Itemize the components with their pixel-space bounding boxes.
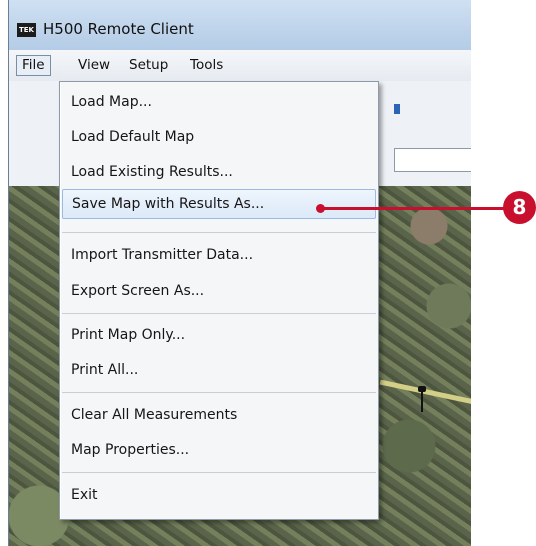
menu-item-exit[interactable]: Exit <box>62 480 376 510</box>
title-bar[interactable]: TEK H500 Remote Client <box>9 0 471 50</box>
menu-item-load-map[interactable]: Load Map... <box>62 87 376 117</box>
app-logo-icon: TEK <box>17 23 36 37</box>
menu-separator <box>62 392 376 393</box>
menu-setup[interactable]: Setup <box>124 56 173 75</box>
callout-line <box>322 207 510 210</box>
menu-item-clear-all-measurements[interactable]: Clear All Measurements <box>62 400 376 430</box>
map-marker-icon[interactable] <box>418 386 426 412</box>
callout-dot <box>316 204 325 213</box>
menu-separator <box>62 232 376 233</box>
toolbar-field[interactable] <box>394 148 471 172</box>
menu-item-map-properties[interactable]: Map Properties... <box>62 435 376 465</box>
menu-item-import-transmitter-data[interactable]: Import Transmitter Data... <box>62 240 376 270</box>
slider-handle[interactable] <box>394 104 400 114</box>
menu-separator <box>62 313 376 314</box>
menu-bar: File View Setup Tools <box>9 50 471 82</box>
menu-view[interactable]: View <box>73 56 115 75</box>
window-title: H500 Remote Client <box>43 20 194 38</box>
map-road <box>379 379 471 408</box>
menu-item-load-existing-results[interactable]: Load Existing Results... <box>62 157 376 187</box>
menu-item-save-map-with-results[interactable]: Save Map with Results As... <box>62 189 376 219</box>
menu-item-print-map-only[interactable]: Print Map Only... <box>62 320 376 350</box>
file-menu-dropdown: Load Map... Load Default Map Load Existi… <box>59 81 379 520</box>
menu-item-print-all[interactable]: Print All... <box>62 355 376 385</box>
callout-number-badge: 8 <box>503 191 536 224</box>
menu-separator <box>62 472 376 473</box>
menu-item-load-default-map[interactable]: Load Default Map <box>62 122 376 152</box>
menu-file[interactable]: File <box>16 55 51 76</box>
menu-item-export-screen[interactable]: Export Screen As... <box>62 276 376 306</box>
menu-tools[interactable]: Tools <box>185 56 228 75</box>
